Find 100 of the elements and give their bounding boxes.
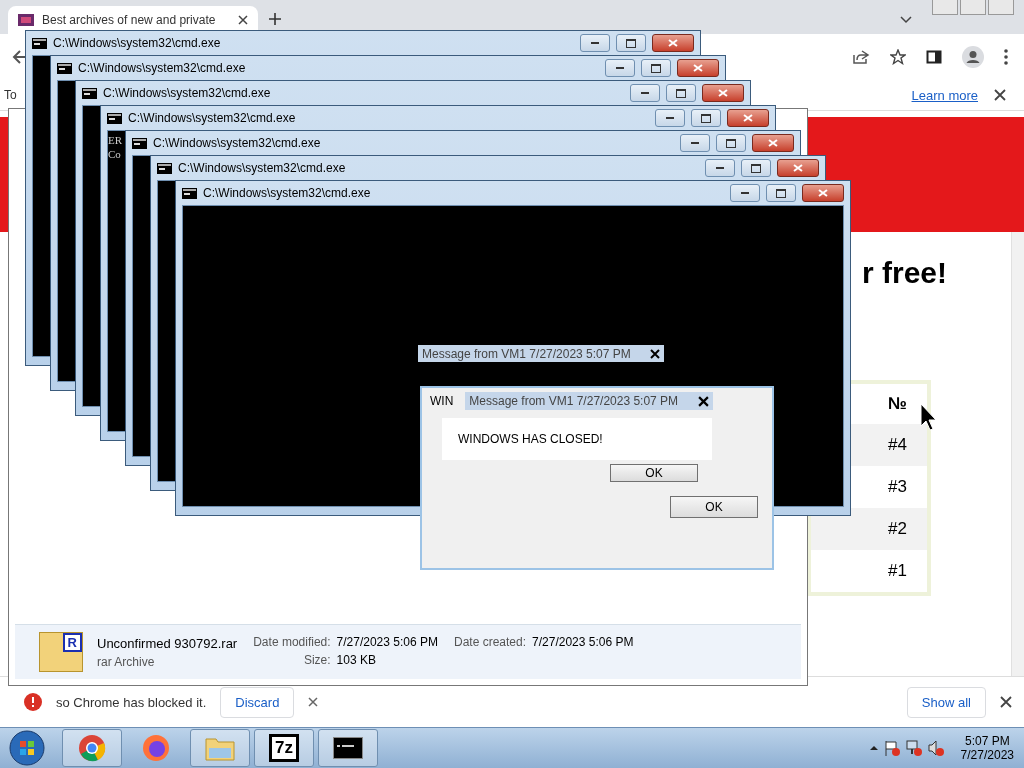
maximize-button[interactable] [641,59,671,77]
close-button[interactable] [727,109,769,127]
close-icon [818,189,828,197]
minimize-button[interactable] [605,59,635,77]
maximize-button[interactable] [766,184,796,202]
close-icon [668,39,678,47]
archive-icon [18,13,34,27]
minimize-button[interactable] [630,84,660,102]
close-button[interactable] [802,184,844,202]
clock-date: 7/27/2023 [960,748,1014,762]
flag-icon[interactable] [882,739,901,757]
infobar-text: To [4,88,17,102]
chrome-taskbar-button[interactable] [62,729,122,767]
close-icon [718,89,728,97]
maximize-button[interactable] [716,134,746,152]
close-icon[interactable] [698,395,710,407]
maximize-button[interactable] [666,84,696,102]
clock[interactable]: 5:07 PM 7/27/2023 [960,734,1014,762]
table-cell: #2 [811,508,927,550]
browser-icon [78,734,106,762]
console-icon [107,112,122,124]
archive-file-icon: R [39,632,83,672]
field-value: 7/27/2023 5:06 PM [336,635,438,649]
folder-icon [205,735,235,761]
close-button[interactable] [652,34,694,52]
maximize-button[interactable] [741,159,771,177]
chevron-down-icon[interactable] [900,16,912,24]
console-icon [82,87,97,99]
field-label: Date created: [454,635,527,649]
close-icon [743,114,753,122]
profile-icon[interactable] [962,46,984,68]
back-arrow-icon[interactable] [12,49,28,65]
new-tab-icon[interactable] [268,12,282,26]
minimize-button[interactable] [705,159,735,177]
console-icon [157,162,172,174]
close-icon [693,64,703,72]
close-icon [768,139,778,147]
close-button[interactable] [777,159,819,177]
chevron-up-icon[interactable] [868,745,879,751]
download-warning-text: so Chrome has blocked it. [56,694,207,710]
start-button[interactable] [8,729,46,767]
close-button[interactable] [677,59,719,77]
archiver-taskbar-button[interactable]: 7z [254,729,314,767]
window-title: C:\Windows\system32\cmd.exe [103,86,271,100]
window-title: C:\Windows\system32\cmd.exe [128,111,296,125]
maximize-button[interactable] [691,109,721,127]
close-icon[interactable] [650,348,660,359]
console-icon [132,137,147,149]
star-icon[interactable] [890,49,906,65]
field-label: Size: [302,653,331,667]
network-icon[interactable] [904,739,923,757]
maximize-button[interactable] [616,34,646,52]
minimize-button[interactable] [655,109,685,127]
minimize-button[interactable] [730,184,760,202]
menu-icon[interactable] [1004,49,1008,65]
message-title: Message from VM1 7/27/2023 5:07 PM [469,394,679,408]
window-title: C:\Windows\system32\cmd.exe [178,161,346,175]
field-label: Date modified: [253,635,331,649]
field-value: 7/27/2023 5:06 PM [532,635,634,649]
field-value: 103 KB [336,653,377,667]
console-icon [32,37,47,49]
scrollbar[interactable] [1011,232,1024,676]
console-text: Co [108,147,121,161]
message-text: WINDOWS HAS CLOSED! [458,432,603,446]
message-title: Message from VM1 7/27/2023 5:07 PM [422,346,631,361]
close-icon[interactable] [1000,696,1012,708]
message-text: WIN [430,394,454,408]
close-button[interactable] [752,134,794,152]
console-icon [333,737,363,759]
speaker-icon[interactable] [926,739,945,757]
ok-button[interactable]: OK [670,496,758,518]
window-title: C:\Windows\system32\cmd.exe [53,36,221,50]
page-heading: r free! [861,255,947,291]
fox-globe-icon [142,734,170,762]
discard-button[interactable]: Discard [220,686,295,718]
table-cell-text: #3 [887,476,908,498]
close-icon[interactable] [238,15,248,25]
table-cell-text: #1 [887,560,908,582]
column-header: № [887,393,908,415]
window-title: C:\Windows\system32\cmd.exe [78,61,246,75]
console-taskbar-button[interactable] [318,729,378,767]
console-icon [57,62,72,74]
window-title: C:\Windows\system32\cmd.exe [203,186,371,200]
file-name: Unconfirmed 930792.rar [97,635,238,651]
ok-button[interactable]: OK [610,464,698,482]
show-all-button[interactable]: Show all [906,686,986,718]
close-icon[interactable] [994,89,1006,101]
minimize-button[interactable] [580,34,610,52]
console-text: ER [108,133,123,147]
sidebar-icon[interactable] [926,49,942,65]
close-button[interactable] [702,84,744,102]
learn-more-link[interactable]: Learn more [911,87,978,103]
warning-icon [24,693,42,711]
clock-time: 5:07 PM [964,734,1010,748]
console-icon [182,187,197,199]
share-icon[interactable] [852,49,870,65]
minimize-button[interactable] [680,134,710,152]
window-title: C:\Windows\system32\cmd.exe [153,136,321,150]
file-type: rar Archive [97,654,156,669]
close-icon [793,164,803,172]
